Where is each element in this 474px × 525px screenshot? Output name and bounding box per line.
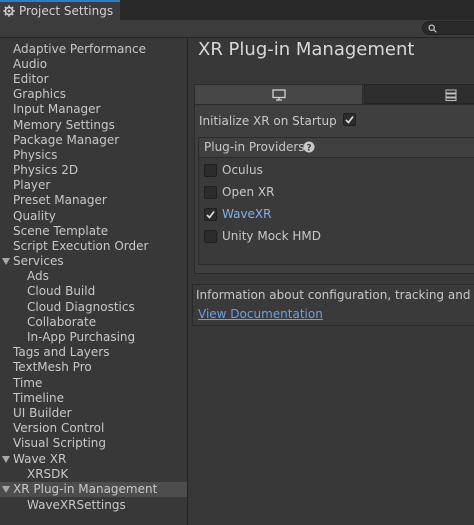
tab-standalone[interactable] (194, 84, 363, 104)
provider-checkbox[interactable] (204, 230, 217, 243)
info-text: Information about configuration, trackin… (196, 288, 474, 302)
search-icon (428, 24, 437, 33)
android-icon (445, 89, 457, 101)
view-documentation-link[interactable]: View Documentation (198, 307, 323, 321)
main-panel: XR Plug-in Management Initialize XR on S… (188, 38, 474, 525)
sidebar-item-wave-xr[interactable]: Wave XR (0, 452, 187, 467)
provider-checkbox[interactable] (204, 186, 217, 199)
tab-project-settings[interactable]: Project Settings (0, 0, 120, 20)
sidebar-item-ads[interactable]: Ads (0, 269, 187, 284)
sidebar-item-time[interactable]: Time (0, 376, 187, 391)
sidebar-item-textmesh-pro[interactable]: TextMesh Pro (0, 360, 187, 375)
gear-icon (3, 5, 15, 17)
sidebar-item-collaborate[interactable]: Collaborate (0, 315, 187, 330)
providers-header: Plug-in Providers ? (199, 138, 474, 158)
provider-label: Unity Mock HMD (222, 229, 322, 243)
triangle-down-icon[interactable] (2, 456, 10, 463)
sidebar-item-xr-plugin-management[interactable]: XR Plug-in Management (0, 482, 187, 497)
tab-bar: Project Settings (0, 0, 474, 20)
triangle-down-icon[interactable] (2, 486, 10, 493)
sidebar-item-memory-settings[interactable]: Memory Settings (0, 118, 187, 133)
settings-sidebar: Adaptive Performance Audio Editor Graphi… (0, 38, 188, 525)
sidebar-item-preset-manager[interactable]: Preset Manager (0, 193, 187, 208)
sidebar-item-physics-2d[interactable]: Physics 2D (0, 163, 187, 178)
tab-title: Project Settings (19, 4, 114, 18)
info-box: Information about configuration, trackin… (192, 284, 474, 326)
desktop-icon (272, 89, 286, 101)
providers-label: Plug-in Providers (204, 140, 305, 154)
triangle-down-icon[interactable] (2, 258, 10, 265)
sidebar-item-player[interactable]: Player (0, 178, 187, 193)
provider-label: WaveXR (222, 207, 272, 221)
settings-panel: Initialize XR on Startup Plug-in Provide… (194, 104, 474, 274)
sidebar-item-graphics[interactable]: Graphics (0, 87, 187, 102)
svg-text:?: ? (306, 143, 311, 153)
sidebar-item-visual-scripting[interactable]: Visual Scripting (0, 436, 187, 451)
sidebar-item-services[interactable]: Services (0, 254, 187, 269)
sidebar-item-in-app-purchasing[interactable]: In-App Purchasing (0, 330, 187, 345)
checkmark-icon (345, 116, 354, 124)
sidebar-item-ui-builder[interactable]: UI Builder (0, 406, 187, 421)
search-input[interactable] (422, 21, 474, 35)
sidebar-item-adaptive-performance[interactable]: Adaptive Performance (0, 42, 187, 57)
sidebar-item-timeline[interactable]: Timeline (0, 391, 187, 406)
sidebar-item-physics[interactable]: Physics (0, 148, 187, 163)
sidebar-item-tags-and-layers[interactable]: Tags and Layers (0, 345, 187, 360)
sidebar-item-version-control[interactable]: Version Control (0, 421, 187, 436)
page-title: XR Plug-in Management (198, 39, 415, 60)
sidebar-item-cloud-build[interactable]: Cloud Build (0, 284, 187, 299)
help-icon[interactable]: ? (303, 141, 315, 153)
checkmark-icon (206, 211, 215, 219)
tab-android[interactable] (364, 84, 474, 104)
sidebar-item-xrsdk[interactable]: XRSDK (0, 467, 187, 482)
sidebar-item-cloud-diagnostics[interactable]: Cloud Diagnostics (0, 300, 187, 315)
sidebar-item-editor[interactable]: Editor (0, 72, 187, 87)
toolbar (0, 20, 474, 38)
sidebar-item-input-manager[interactable]: Input Manager (0, 102, 187, 117)
provider-checkbox[interactable] (204, 164, 217, 177)
provider-checkbox[interactable] (204, 208, 217, 221)
sidebar-item-package-manager[interactable]: Package Manager (0, 133, 187, 148)
initialize-label: Initialize XR on Startup (199, 114, 337, 128)
provider-label: Open XR (222, 185, 275, 199)
sidebar-item-script-execution-order[interactable]: Script Execution Order (0, 239, 187, 254)
plugin-providers-group: Plug-in Providers ? Oculus Open XR WaveX… (198, 137, 474, 265)
sidebar-item-wavexrsettings[interactable]: WaveXRSettings (0, 498, 187, 513)
initialize-checkbox[interactable] (343, 113, 356, 126)
platform-tabs (194, 84, 474, 104)
provider-label: Oculus (222, 163, 263, 177)
sidebar-item-audio[interactable]: Audio (0, 57, 187, 72)
sidebar-item-quality[interactable]: Quality (0, 209, 187, 224)
sidebar-item-scene-template[interactable]: Scene Template (0, 224, 187, 239)
